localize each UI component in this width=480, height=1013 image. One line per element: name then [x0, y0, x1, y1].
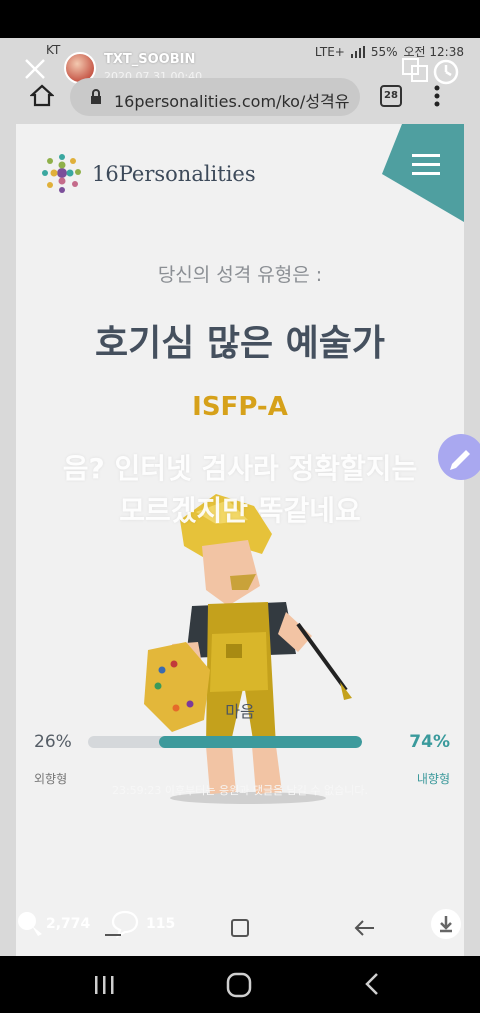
result-subtitle: 당신의 성격 유형은 : [157, 264, 323, 286]
recents-icon[interactable] [92, 974, 116, 996]
trait-left-percent: 26% [34, 732, 72, 752]
square-icon[interactable] [230, 918, 250, 938]
story-username[interactable]: TXT_SOOBIN [104, 52, 195, 67]
personality-type-code: ISFP-A [192, 392, 288, 422]
more-icon[interactable] [434, 84, 440, 108]
signal-icon [350, 45, 365, 58]
story-notice: 23:59:23 이후부터는 응원과 댓글을 남길 수 없습니다. [111, 784, 369, 797]
caption-line-1: 음? 인터넷 검사라 정확할지는 [62, 452, 418, 485]
logo-dots-icon [42, 154, 81, 193]
story-caption: 음? 인터넷 검사라 정확할지는 모르겠지만 똑같네요 [0, 448, 480, 532]
adventurer-illustration [144, 494, 352, 804]
tabs-icon[interactable]: 28 [380, 85, 402, 107]
personality-type-name: 호기심 많은 예술가 [94, 323, 386, 364]
top-black-bar [0, 0, 480, 38]
logo-text[interactable]: 16Personalities [92, 162, 256, 186]
trait-title: 마음 [225, 702, 255, 721]
network-label: LTE+ [314, 44, 345, 59]
menu-icon[interactable] [382, 124, 464, 222]
story-screen: 16Personalities 당신의 성격 유형은 : 호기심 많은 예술가 … [0, 38, 480, 956]
download-icon[interactable] [430, 908, 462, 940]
comment-count: 115 [146, 916, 176, 932]
battery-label: 55% [370, 44, 398, 59]
address-bar[interactable]: 16personalities.com/ko/성격유 [70, 78, 360, 116]
url-text[interactable]: 16personalities.com/ko/성격유 [114, 88, 349, 112]
lock-icon [91, 89, 101, 104]
browser-toolbar: 16personalities.com/ko/성격유 28 [0, 78, 480, 124]
back-arrow-icon[interactable] [354, 920, 376, 936]
caption-line-2: 모르겠지만 똑같네요 [119, 494, 361, 527]
trait-bar [88, 736, 362, 748]
system-navigation-bar [0, 956, 480, 1013]
carrier-label: KT [46, 43, 61, 57]
like-count: 2,774 [46, 916, 91, 932]
website-page: 16Personalities 당신의 성격 유형은 : 호기심 많은 예술가 … [16, 124, 480, 956]
home-icon[interactable] [30, 84, 54, 108]
trait-right-percent: 74% [409, 732, 450, 752]
system-back-icon[interactable] [364, 972, 380, 996]
trait-bar-fill [159, 736, 362, 748]
like-icon[interactable] [14, 908, 44, 938]
dash-icon [105, 934, 121, 936]
system-home-icon[interactable] [226, 972, 252, 998]
story-actions: 2,774 115 [0, 900, 480, 956]
